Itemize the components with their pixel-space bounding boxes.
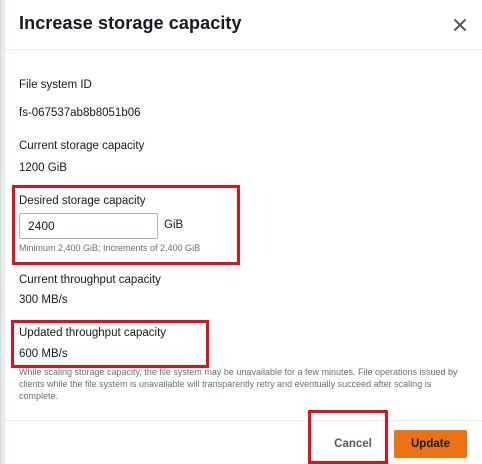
update-button[interactable]: Update bbox=[394, 430, 467, 458]
current-throughput-value: 300 MB/s bbox=[19, 294, 68, 306]
current-storage-value: 1200 GiB bbox=[19, 162, 67, 174]
background-strip bbox=[1, 0, 5, 464]
dialog-title: Increase storage capacity bbox=[19, 13, 242, 33]
desired-storage-label: Desired storage capacity bbox=[19, 195, 146, 207]
increase-storage-dialog: Increase storage capacity File system ID… bbox=[0, 0, 482, 464]
desired-storage-unit: GiB bbox=[164, 219, 184, 231]
close-button[interactable] bbox=[449, 14, 471, 36]
file-system-id-value: fs-067537ab8b8051b06 bbox=[19, 107, 141, 119]
desired-storage-input[interactable] bbox=[19, 213, 158, 239]
close-x-icon bbox=[454, 19, 466, 31]
footer-divider bbox=[1, 420, 482, 421]
current-storage-label: Current storage capacity bbox=[19, 140, 145, 152]
cancel-button[interactable]: Cancel bbox=[324, 430, 382, 458]
updated-throughput-value: 600 MB/s bbox=[19, 348, 68, 360]
current-throughput-label: Current throughput capacity bbox=[19, 274, 161, 286]
file-system-id-label: File system ID bbox=[19, 79, 92, 91]
scaling-note: While scaling storage capacity, the file… bbox=[19, 367, 458, 401]
updated-throughput-label: Updated throughput capacity bbox=[19, 327, 167, 339]
dialog-header: Increase storage capacity bbox=[1, 0, 482, 50]
desired-storage-hint: Minimum 2,400 GiB; Increments of 2,400 G… bbox=[19, 243, 201, 253]
